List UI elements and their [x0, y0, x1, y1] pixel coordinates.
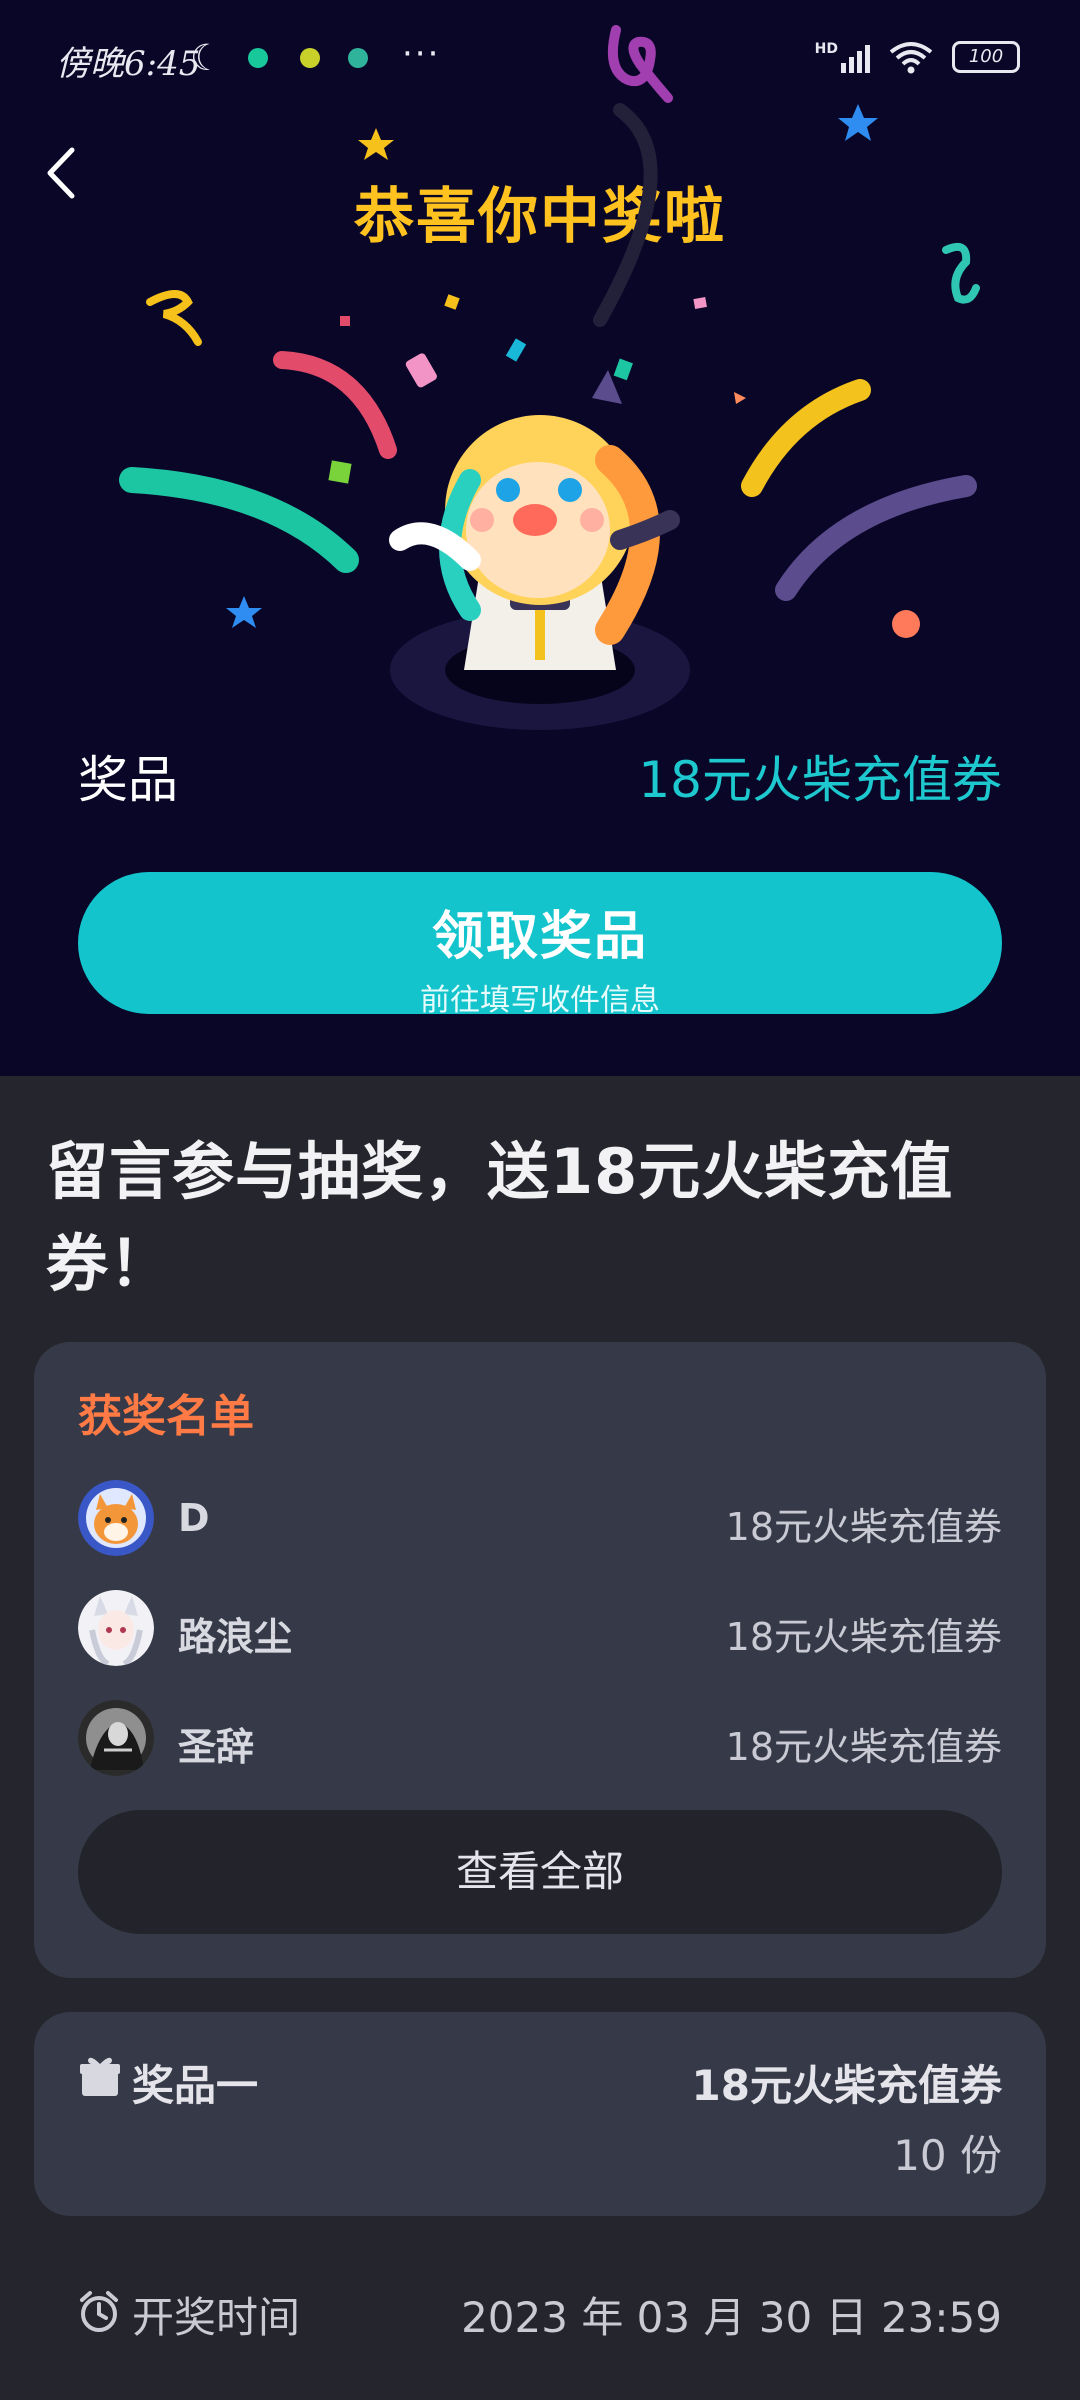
winner-row[interactable]: 圣辞 18元火柴充值券 [78, 1698, 1002, 1778]
winner-name: D [178, 1496, 210, 1540]
status-time: 傍晚6:45 [56, 44, 201, 84]
claim-button-title: 领取奖品 [431, 907, 648, 967]
signal-icon: HD [815, 41, 870, 73]
more-notifications-icon: ··· [402, 34, 441, 74]
winner-name: 圣辞 [178, 1725, 255, 1769]
status-indicators: HD 100 [815, 40, 1020, 74]
gift-icon [80, 2057, 120, 2096]
app-notification-icon [348, 48, 368, 68]
prize-hero: 傍晚6:45 ☾ ··· HD 100 恭喜你中奖啦 奖品 18元火柴充值券 领… [0, 0, 1080, 1076]
battery-icon: 100 [952, 41, 1020, 73]
prize-value: 18元火柴充值券 [638, 751, 1002, 809]
winner-row[interactable]: D 18元火柴充值券 [78, 1478, 1002, 1558]
user-avatar[interactable] [78, 1700, 154, 1776]
winners-card: 获奖名单 D 18元火柴充值券 路浪尘 18元火柴充值券 圣辞 18元火柴充值券… [34, 1342, 1046, 1978]
draw-time-value: 2023 年 03 月 30 日 23:59 [461, 2293, 1002, 2342]
user-avatar[interactable] [78, 1590, 154, 1666]
alarm-clock-icon [80, 2291, 118, 2332]
winner-prize: 18元火柴充值券 [725, 1725, 1002, 1769]
wifi-icon [889, 42, 933, 74]
winners-title: 获奖名单 [78, 1391, 254, 1442]
mascot-illustration [389, 370, 690, 730]
user-avatar[interactable] [78, 1480, 154, 1556]
winner-prize: 18元火柴充值券 [725, 1505, 1002, 1549]
prize-detail-card: 奖品一 18元火柴充值券 10 份 [34, 2012, 1046, 2216]
winner-name: 路浪尘 [178, 1615, 293, 1659]
winner-prize: 18元火柴充值券 [725, 1615, 1002, 1659]
app-notification-icon [300, 48, 320, 68]
view-all-button[interactable]: 查看全部 [78, 1810, 1002, 1934]
post-title: 留言参与抽奖，送18元火柴充值券！ [46, 1135, 954, 1300]
prize-quantity: 10 份 [893, 2131, 1002, 2180]
network-type: HD [814, 41, 838, 57]
claim-prize-button[interactable]: 领取奖品 前往填写收件信息 [78, 872, 1002, 1018]
winner-row[interactable]: 路浪尘 18元火柴充值券 [78, 1588, 1002, 1668]
prize-card-value: 18元火柴充值券 [691, 2061, 1002, 2110]
claim-button-subtitle: 前往填写收件信息 [420, 983, 660, 1018]
shield-app-icon [248, 48, 268, 68]
draw-time-row: 开奖时间 2023 年 03 月 30 日 23:59 [78, 2280, 1002, 2350]
prize-summary: 奖品 18元火柴充值券 [78, 740, 1002, 810]
draw-time-label: 开奖时间 [132, 2293, 301, 2342]
prize-name: 奖品一 [132, 2061, 259, 2110]
prize-label: 奖品 [78, 751, 178, 809]
moon-icon: ☾ [190, 38, 223, 79]
